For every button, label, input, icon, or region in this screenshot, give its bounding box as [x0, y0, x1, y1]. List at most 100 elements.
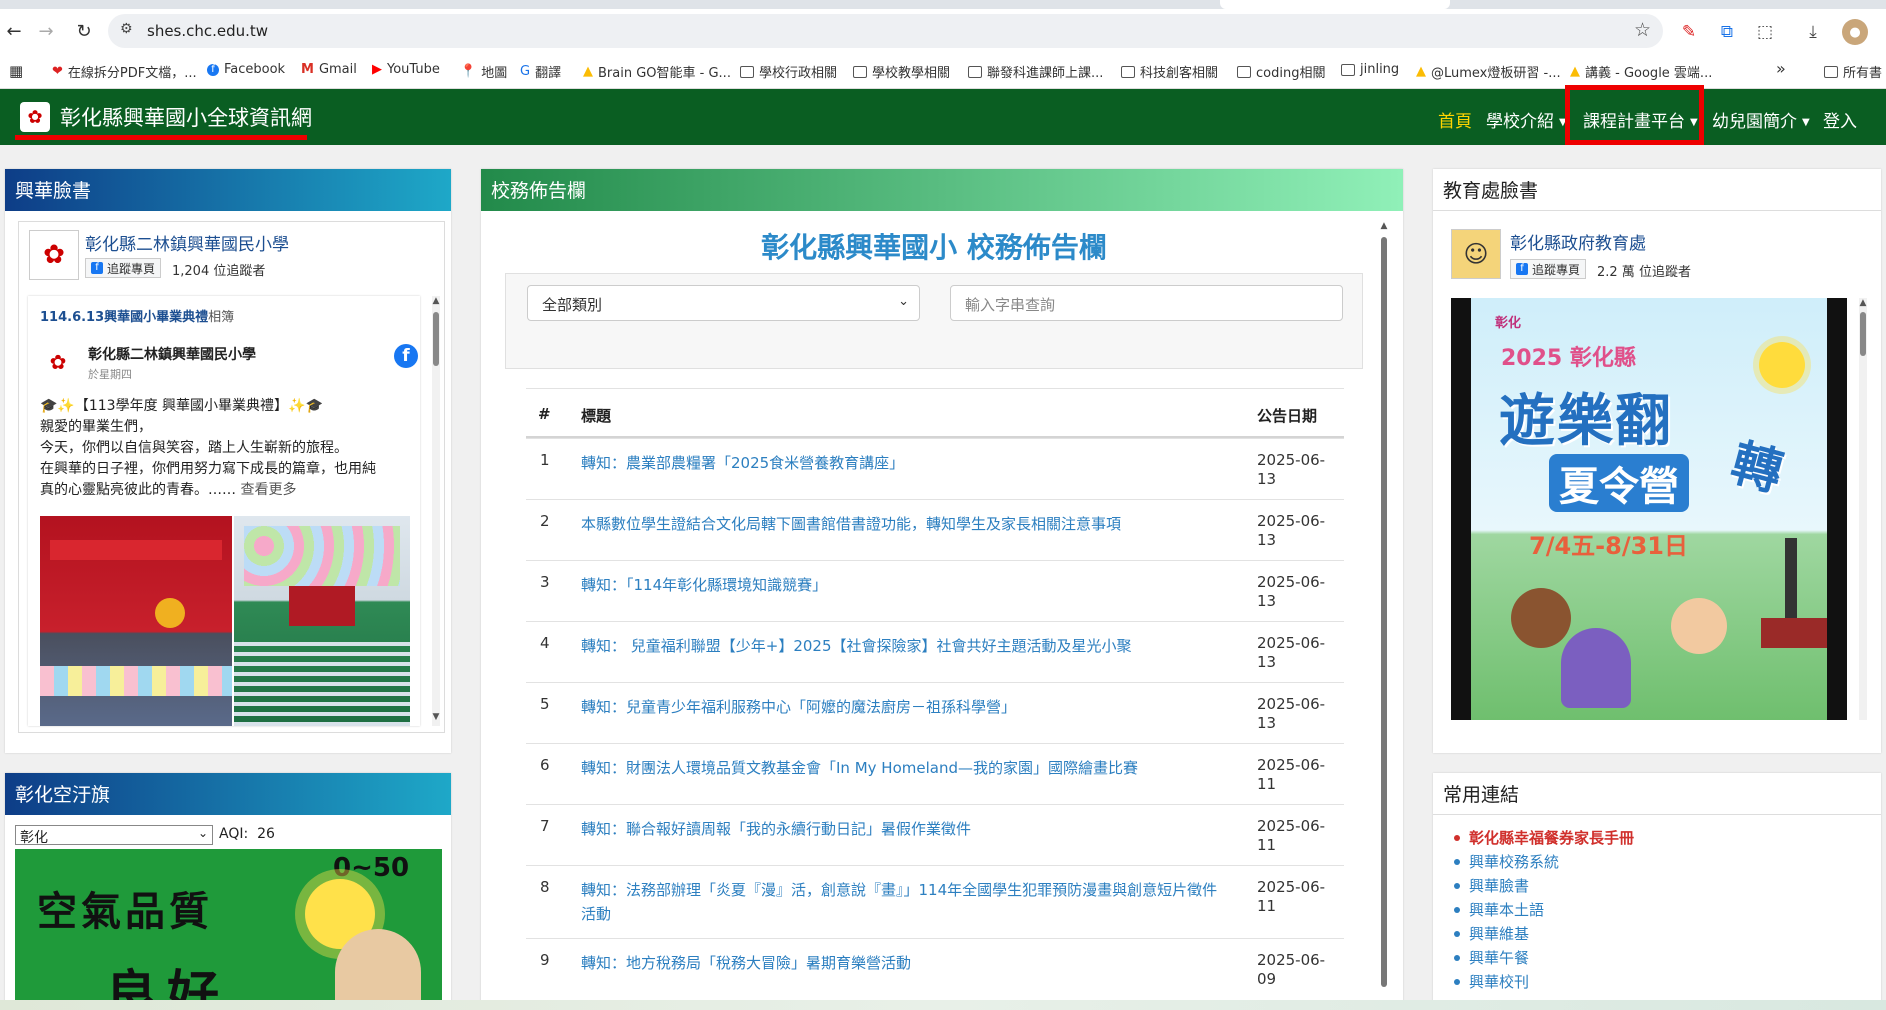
scroll-thumb[interactable]: [1860, 312, 1866, 356]
address-bar[interactable]: ⚙ shes.chc.edu.tw ☆: [108, 14, 1663, 48]
nav-home[interactable]: 首頁: [1438, 107, 1472, 132]
scroll-up-icon[interactable]: ▲: [1859, 298, 1867, 308]
see-more-link[interactable]: 查看更多: [240, 482, 296, 498]
bookmark-folder[interactable]: 學校行政相關: [740, 62, 837, 81]
aqi-panel: 彰化空汙旗 彰化 ⌄ AQI: 26 0~50 空氣品質 良好: [5, 773, 451, 1010]
table-row: 5 轉知：兒童青少年福利服務中心「阿嬤的魔法廚房－祖孫科學營」 2025-06-13: [526, 682, 1344, 743]
page-name-link[interactable]: 彰化縣政府教育處: [1510, 229, 1646, 254]
follower-count: 1,204 位追蹤者: [172, 264, 266, 279]
bookmark-star-icon[interactable]: ☆: [1634, 19, 1651, 41]
announcement-scrollbar[interactable]: ▲: [1380, 221, 1388, 1010]
chair-rows: [234, 636, 410, 726]
table-row: 2 本縣數位學生證結合文化局轄下圖書館借書證功能，轉知學生及家長相關注意事項 202…: [526, 499, 1344, 560]
aqi-location-select[interactable]: 彰化 ⌄: [15, 825, 213, 846]
bookmark-item[interactable]: ❤ 在線拆分PDF文檔，...: [52, 62, 197, 81]
fb-page-widget: ✿ 彰化縣二林鎮興華國民小學 f 追蹤專頁 1,204 位追蹤者 114.6.13…: [18, 221, 445, 733]
page-avatar[interactable]: ✿: [29, 230, 79, 280]
post-album-link[interactable]: 114.6.13興華國小畢業典禮相簿: [40, 306, 234, 325]
link-item[interactable]: 興華本土語: [1452, 899, 1634, 923]
announcement-link[interactable]: 轉知：財團法人環境品質文教基金會「In My Homeland—我的家園」國際繪…: [581, 756, 1231, 780]
post-author[interactable]: 彰化縣二林鎮興華國民小學: [88, 344, 256, 364]
poster-scrollbar[interactable]: ▲: [1859, 298, 1867, 720]
scroll-down-icon[interactable]: ▼: [432, 712, 440, 722]
announcement-link[interactable]: 轉知： 兒童福利聯盟【少年+】2025【社會探險家】社會共好主題活動及星光小聚: [581, 634, 1231, 658]
back-icon[interactable]: ←: [0, 17, 28, 45]
train-shape: [1761, 618, 1827, 648]
scroll-thumb[interactable]: [1381, 237, 1387, 987]
bookmarks-overflow[interactable]: »: [1776, 59, 1786, 78]
scroll-thumb[interactable]: [433, 312, 439, 366]
forward-icon[interactable]: →: [32, 17, 60, 45]
bookmark-folder[interactable]: 科技創客相關: [1121, 62, 1218, 81]
screenshot-extension-icon[interactable]: ⧉: [1714, 19, 1740, 45]
site-info-icon[interactable]: ⚙: [120, 21, 133, 37]
post-author-avatar[interactable]: ✿: [38, 342, 78, 382]
extensions-puzzle-icon[interactable]: ⬚: [1752, 19, 1778, 45]
link-list: 彰化縣幸福餐券家長手冊 興華校務系統 興華臉書 興華本土語 興華維基 興華午餐 …: [1452, 827, 1634, 995]
link-item[interactable]: 彰化縣幸福餐券家長手冊: [1452, 827, 1634, 851]
post-text: 🎓✨【113學年度 興華國小畢業典禮】✨🎓 親愛的畢業生們， 今天，你們以自信與…: [40, 398, 376, 498]
bookmark-facebook[interactable]: f Facebook: [207, 62, 285, 77]
link-item[interactable]: 興華臉書: [1452, 875, 1634, 899]
announcement-link[interactable]: 本縣數位學生證結合文化局轄下圖書館借書證功能，轉知學生及家長相關注意事項: [581, 512, 1231, 536]
bookmark-item[interactable]: ▲ Brain GO智能車 - G...: [583, 62, 731, 81]
fb-panel-right: 教育處臉書 ☺ 彰化縣政府教育處 f 追蹤專頁 2.2 萬 位追蹤者 彰化 202…: [1433, 169, 1881, 753]
poster-art: 彰化 2025 彰化縣 遊樂翻 轉 夏令營 7/4五-8/31日: [1471, 298, 1827, 720]
search-input[interactable]: 輸入字串查詢: [950, 285, 1343, 321]
browser-tab[interactable]: [1220, 0, 1450, 9]
url-text[interactable]: shes.chc.edu.tw: [147, 22, 268, 40]
follow-page-button[interactable]: f 追蹤專頁: [85, 258, 162, 278]
announcement-link[interactable]: 轉知：農業部農糧署「2025食米營養教育講座」: [581, 451, 1231, 475]
facebook-icon: f: [207, 63, 219, 76]
announcement-link[interactable]: 轉知：兒童青少年福利服務中心「阿嬤的魔法廚房－祖孫科學營」: [581, 695, 1231, 719]
bookmark-maps[interactable]: 📍 地圖: [460, 62, 507, 81]
bookmark-item[interactable]: ▲ @Lumex燈板研習 -...: [1416, 62, 1561, 81]
bookmark-folder[interactable]: coding相關: [1237, 62, 1325, 81]
link-item[interactable]: 興華校刊: [1452, 971, 1634, 995]
announcement-link[interactable]: 轉知：「114年彰化縣環境知識競賽」: [581, 573, 1231, 597]
nav-kindergarten[interactable]: 幼兒園簡介 ▼: [1712, 107, 1810, 132]
announcement-link[interactable]: 轉知：法務部辦理「炎夏『漫』活，創意說『畫』」114年全國學生犯罪預防漫畫與創意…: [581, 878, 1231, 926]
announcement-link[interactable]: 轉知：聯合報好讀周報「我的永續行動日記」暑假作業徵件: [581, 817, 1231, 841]
post-scrollbar[interactable]: ▲ ▼: [432, 296, 440, 726]
folder-icon: [740, 65, 754, 78]
buddha-figure: [335, 929, 421, 1010]
post-time[interactable]: 於星期四: [88, 366, 132, 382]
drive-icon: ▲: [583, 64, 593, 79]
bookmark-folder[interactable]: 學校教學相關: [853, 62, 950, 81]
profile-avatar[interactable]: ●: [1842, 19, 1868, 45]
nav-login[interactable]: 登入: [1823, 107, 1857, 132]
aqi-value: 26: [257, 826, 275, 842]
sun-icon: [1759, 342, 1805, 388]
apps-grid-icon[interactable]: ▦: [9, 62, 23, 80]
bookmark-youtube[interactable]: ▶ YouTube: [372, 62, 440, 77]
all-bookmarks-folder[interactable]: 所有書: [1824, 62, 1886, 81]
nav-school-intro[interactable]: 學校介紹 ▼: [1486, 107, 1567, 132]
site-brand[interactable]: ✿ 彰化縣興華國小全球資訊網: [20, 102, 312, 132]
panel-header: 彰化空汙旗: [5, 773, 451, 815]
bookmark-item[interactable]: ▲ 講義 - Google 雲端...: [1570, 62, 1712, 81]
download-icon[interactable]: ⤓: [1800, 19, 1826, 45]
link-item[interactable]: 興華午餐: [1452, 947, 1634, 971]
follow-page-button[interactable]: f 追蹤專頁: [1510, 259, 1587, 279]
pen-extension-icon[interactable]: ✎: [1676, 19, 1702, 45]
col-header-date: 公告日期: [1257, 407, 1318, 425]
bookmark-folder[interactable]: 聯發科進課師上課...: [968, 62, 1103, 81]
facebook-logo-icon[interactable]: f: [394, 344, 418, 368]
scroll-up-icon[interactable]: ▲: [432, 296, 440, 306]
reload-icon[interactable]: ↻: [70, 17, 98, 45]
announcement-link[interactable]: 轉知：地方稅務局「稅務大冒險」暑期育樂營活動: [581, 951, 1231, 975]
category-select[interactable]: 全部類別 ⌄: [527, 285, 920, 321]
aqi-readout: AQI: 26: [219, 826, 275, 842]
bookmark-gmail[interactable]: M Gmail: [301, 62, 357, 77]
post-photo-hall[interactable]: [234, 516, 410, 726]
page-name-link[interactable]: 彰化縣二林鎮興華國民小學: [85, 230, 289, 255]
bookmark-folder[interactable]: jinling: [1341, 62, 1399, 77]
chevron-down-icon: ⌄: [898, 294, 909, 309]
post-photo-stage[interactable]: [40, 516, 232, 726]
link-item[interactable]: 興華校務系統: [1452, 851, 1634, 875]
page-avatar[interactable]: ☺: [1451, 229, 1501, 279]
link-item[interactable]: 興華維基: [1452, 923, 1634, 947]
summer-camp-poster[interactable]: 彰化 2025 彰化縣 遊樂翻 轉 夏令營 7/4五-8/31日: [1451, 298, 1847, 720]
bookmark-translate[interactable]: G 翻譯: [520, 62, 561, 81]
